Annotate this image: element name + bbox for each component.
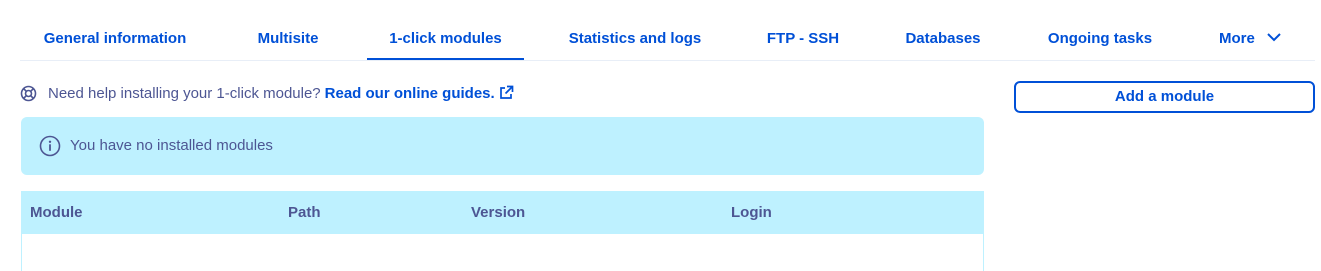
online-guides-link[interactable]: Read our online guides. <box>325 85 514 102</box>
tab-ongoing-tasks[interactable]: Ongoing tasks <box>1030 17 1170 60</box>
tab-ftp-ssh[interactable]: FTP - SSH <box>743 17 863 60</box>
info-icon <box>39 135 61 157</box>
column-header-path: Path <box>288 204 321 221</box>
chevron-down-icon <box>1267 33 1281 42</box>
info-message: You have no installed modules <box>70 137 273 154</box>
tab-more-label: More <box>1218 30 1255 47</box>
tab-databases[interactable]: Databases <box>888 17 998 60</box>
tab-more[interactable]: More <box>1200 17 1300 60</box>
tab-statistics-and-logs[interactable]: Statistics and logs <box>546 17 724 60</box>
column-header-version: Version <box>471 204 526 221</box>
add-module-button[interactable]: Add a module <box>1014 81 1315 113</box>
modules-table: Module Path Version Login <box>21 191 984 271</box>
column-header-module: Module <box>30 204 83 221</box>
help-text: Need help installing your 1-click module… <box>48 85 321 102</box>
external-link-icon <box>499 85 514 99</box>
tab-bar: General information Multisite 1-click mo… <box>20 17 1315 61</box>
tab-multisite[interactable]: Multisite <box>228 17 348 60</box>
column-header-login: Login <box>731 204 772 221</box>
info-banner: You have no installed modules <box>21 117 984 175</box>
tab-general-information[interactable]: General information <box>20 17 210 60</box>
table-header: Module Path Version Login <box>21 191 984 234</box>
online-guides-link-label: Read our online guides. <box>324 85 495 102</box>
help-text-line: Need help installing your 1-click module… <box>48 85 514 102</box>
lifebuoy-icon <box>20 85 37 102</box>
tab-1-click-modules[interactable]: 1-click modules <box>367 17 524 60</box>
